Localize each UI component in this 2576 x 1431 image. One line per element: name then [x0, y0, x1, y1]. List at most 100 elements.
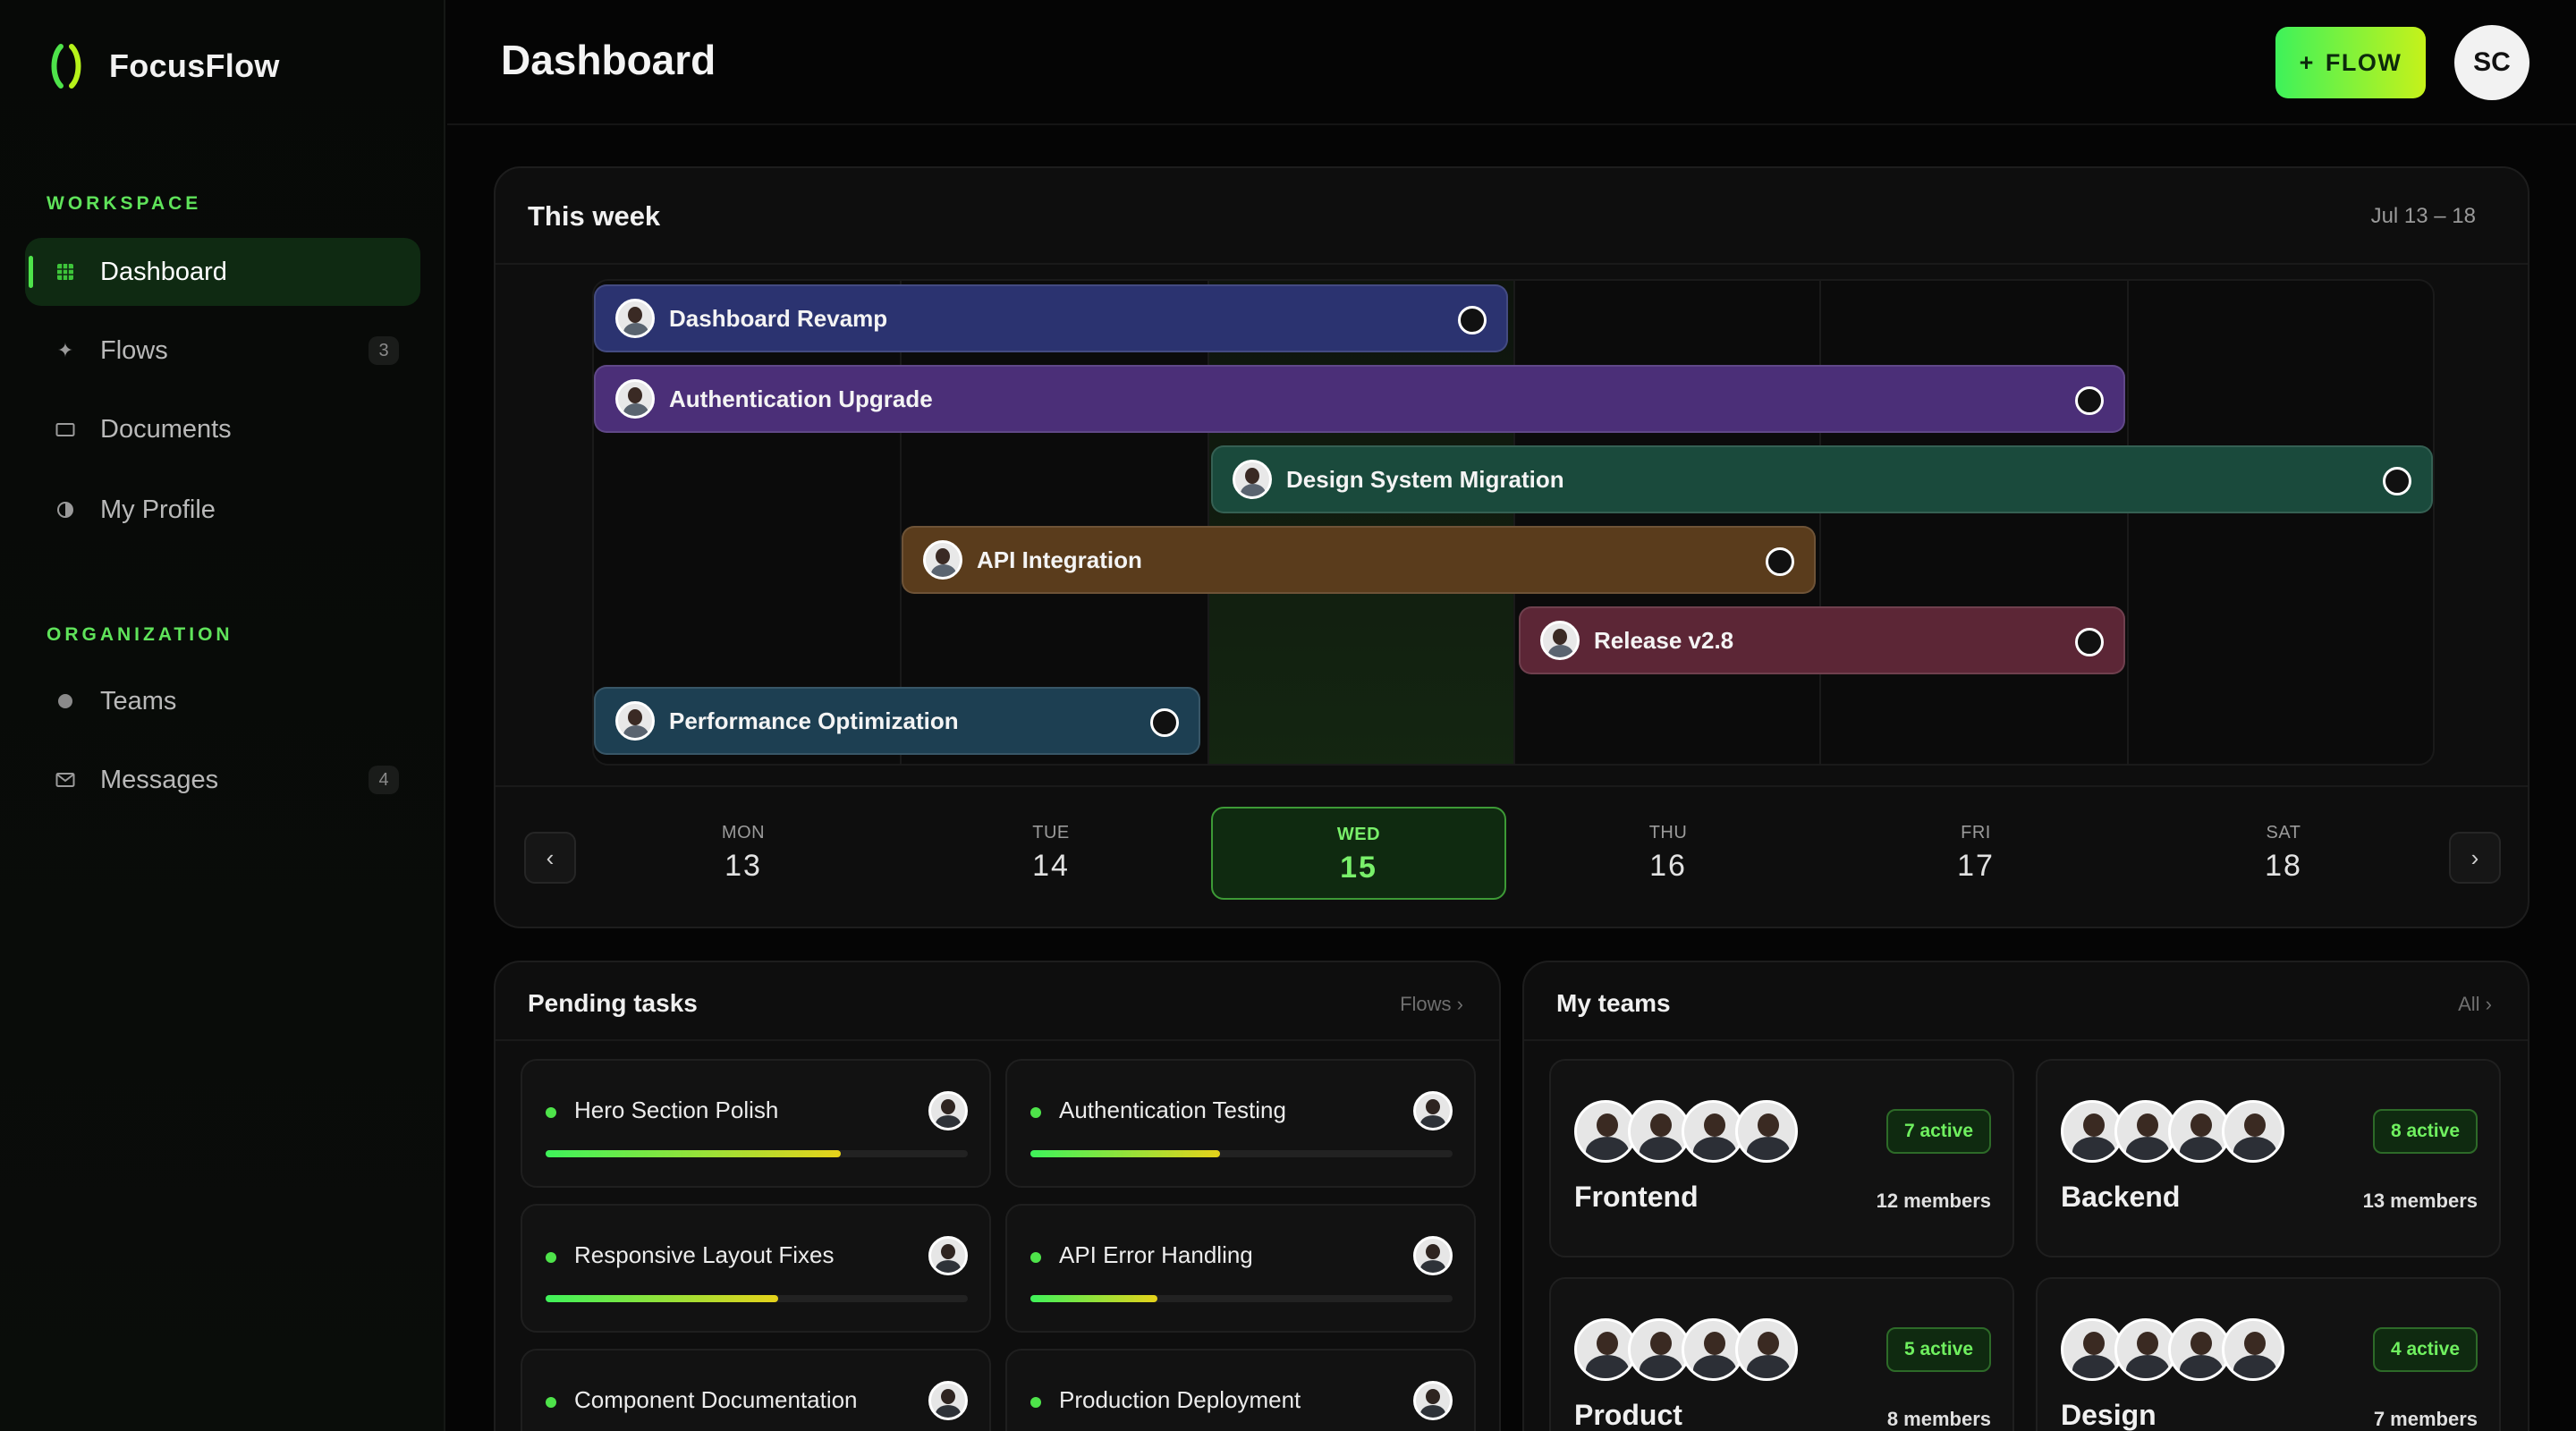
task-bar-label: Performance Optimization — [669, 707, 959, 734]
task-card[interactable]: Authentication Testing — [1005, 1059, 1476, 1188]
this-week-card: This week Jul 13 – 18 Dashboard Revamp A… — [494, 166, 2529, 928]
assignee-avatar — [923, 540, 962, 580]
my-teams-panel: My teams All › 7 active Frontend 12 memb… — [1522, 961, 2529, 1431]
day-tue[interactable]: TUE 14 — [903, 807, 1199, 900]
day-date: 14 — [1032, 849, 1070, 883]
new-flow-button[interactable]: + FLOW — [2275, 27, 2426, 98]
app-root: FocusFlow WORKSPACE Dashboard ✦ Flows 3 … — [0, 0, 2576, 1431]
day-selector: ‹ MON 13 TUE 14 WED 15 THU 16 FRI 17 SAT… — [496, 785, 2528, 927]
assignee-avatar — [615, 299, 655, 338]
day-date: 15 — [1340, 851, 1377, 885]
top-header: Dashboard — [447, 0, 2576, 125]
status-dot — [1030, 1397, 1041, 1408]
task-card[interactable]: Component Documentation — [521, 1349, 991, 1431]
progress-pie-icon — [2075, 386, 2104, 415]
day-name: THU — [1648, 823, 1688, 843]
assignee-avatar — [1413, 1091, 1453, 1130]
plus-icon: + — [2299, 48, 2315, 76]
my-teams-title: My teams — [1556, 989, 1671, 1017]
mail-icon — [55, 770, 75, 790]
assignee-avatar — [615, 379, 655, 419]
progress-track — [546, 1150, 968, 1157]
half-circle-icon — [55, 500, 75, 520]
focusflow-logo-icon — [47, 41, 86, 91]
day-date: 13 — [724, 849, 762, 883]
sidebar-item-teams[interactable]: Teams — [25, 667, 420, 735]
progress-track — [546, 1295, 968, 1302]
day-name: TUE — [1032, 823, 1070, 843]
pending-tasks-title: Pending tasks — [528, 989, 698, 1017]
messages-count-badge: 4 — [369, 766, 399, 794]
day-fri[interactable]: FRI 17 — [1828, 807, 2123, 900]
task-name: Component Documentation — [574, 1386, 858, 1413]
assignee-avatar — [1413, 1381, 1453, 1420]
team-card-product[interactable]: 5 active Product 8 members — [1549, 1277, 2014, 1431]
day-name: MON — [721, 823, 766, 843]
sidebar-item-my-profile[interactable]: My Profile — [25, 476, 420, 544]
task-bar-performance-optimization[interactable]: Performance Optimization — [594, 687, 1200, 755]
progress-pie-icon — [1150, 708, 1179, 737]
sidebar-item-dashboard[interactable]: Dashboard — [25, 238, 420, 306]
active-count-badge: 7 active — [1885, 1109, 1991, 1154]
task-bar-api-integration[interactable]: API Integration — [902, 526, 1816, 594]
sidebar-item-label: Documents — [100, 414, 232, 444]
day-thu[interactable]: THU 16 — [1521, 807, 1816, 900]
task-card[interactable]: Responsive Layout Fixes — [521, 1204, 991, 1333]
workspace-section-label: WORKSPACE — [47, 193, 202, 214]
day-sat[interactable]: SAT 18 — [2136, 807, 2431, 900]
next-week-button[interactable]: › — [2449, 832, 2501, 884]
progress-pie-icon — [1458, 306, 1487, 334]
task-name: API Error Handling — [1059, 1241, 1253, 1268]
day-mon[interactable]: MON 13 — [596, 807, 891, 900]
today-column-highlight — [1208, 281, 1513, 764]
team-card-design[interactable]: 4 active Design 7 members — [2036, 1277, 2501, 1431]
task-bar-release-v2-8[interactable]: Release v2.8 — [1519, 606, 2125, 674]
user-avatar[interactable]: SC — [2454, 25, 2529, 100]
app-name: FocusFlow — [109, 47, 280, 84]
active-count-badge: 8 active — [2372, 1109, 2478, 1154]
member-avatar — [2222, 1318, 2284, 1381]
task-bar-dashboard-revamp[interactable]: Dashboard Revamp — [594, 284, 1508, 352]
assignee-avatar — [615, 701, 655, 741]
sidebar-item-documents[interactable]: Documents — [25, 395, 420, 463]
progress-fill — [546, 1150, 842, 1157]
task-bar-authentication-upgrade[interactable]: Authentication Upgrade — [594, 365, 2125, 433]
prev-week-button[interactable]: ‹ — [524, 832, 576, 884]
sidebar-item-flows[interactable]: ✦ Flows 3 — [25, 317, 420, 385]
day-wed-today[interactable]: WED 15 — [1211, 807, 1506, 900]
all-teams-link[interactable]: All › — [2458, 993, 2492, 1016]
sidebar-item-label: Dashboard — [100, 257, 227, 286]
team-card-backend[interactable]: 8 active Backend 13 members — [2036, 1059, 2501, 1257]
status-dot — [1030, 1252, 1041, 1263]
task-card[interactable]: API Error Handling — [1005, 1204, 1476, 1333]
progress-fill — [1030, 1295, 1157, 1302]
circle-icon — [55, 691, 75, 711]
active-count-badge: 5 active — [1885, 1327, 1991, 1372]
task-name: Responsive Layout Fixes — [574, 1241, 835, 1268]
week-date-range: Jul 13 – 18 — [2370, 204, 2476, 228]
task-name: Hero Section Polish — [574, 1097, 779, 1123]
team-name: Backend — [2061, 1181, 2181, 1213]
member-avatar — [1735, 1318, 1798, 1381]
logo[interactable]: FocusFlow — [47, 41, 280, 91]
sidebar-item-label: My Profile — [100, 495, 216, 524]
flows-link[interactable]: Flows › — [1400, 993, 1463, 1016]
sidebar-item-messages[interactable]: Messages 4 — [25, 746, 420, 814]
day-gridline — [2127, 281, 2129, 764]
task-card[interactable]: Hero Section Polish — [521, 1059, 991, 1188]
team-card-frontend[interactable]: 7 active Frontend 12 members — [1549, 1059, 2014, 1257]
progress-fill — [1030, 1150, 1221, 1157]
task-name: Authentication Testing — [1059, 1097, 1286, 1123]
status-dot — [1030, 1107, 1041, 1118]
task-bar-label: Authentication Upgrade — [669, 385, 933, 412]
day-date: 17 — [1957, 849, 1995, 883]
task-bar-label: Release v2.8 — [1594, 626, 1734, 654]
day-gridline — [1819, 281, 1821, 764]
task-card[interactable]: Production Deployment — [1005, 1349, 1476, 1431]
member-count: 7 members — [2373, 1408, 2478, 1430]
day-name: FRI — [1961, 823, 1991, 843]
folder-icon — [55, 419, 75, 439]
progress-fill — [546, 1295, 778, 1302]
day-gridline — [1208, 281, 1209, 764]
task-bar-design-system-migration[interactable]: Design System Migration — [1211, 445, 2433, 513]
